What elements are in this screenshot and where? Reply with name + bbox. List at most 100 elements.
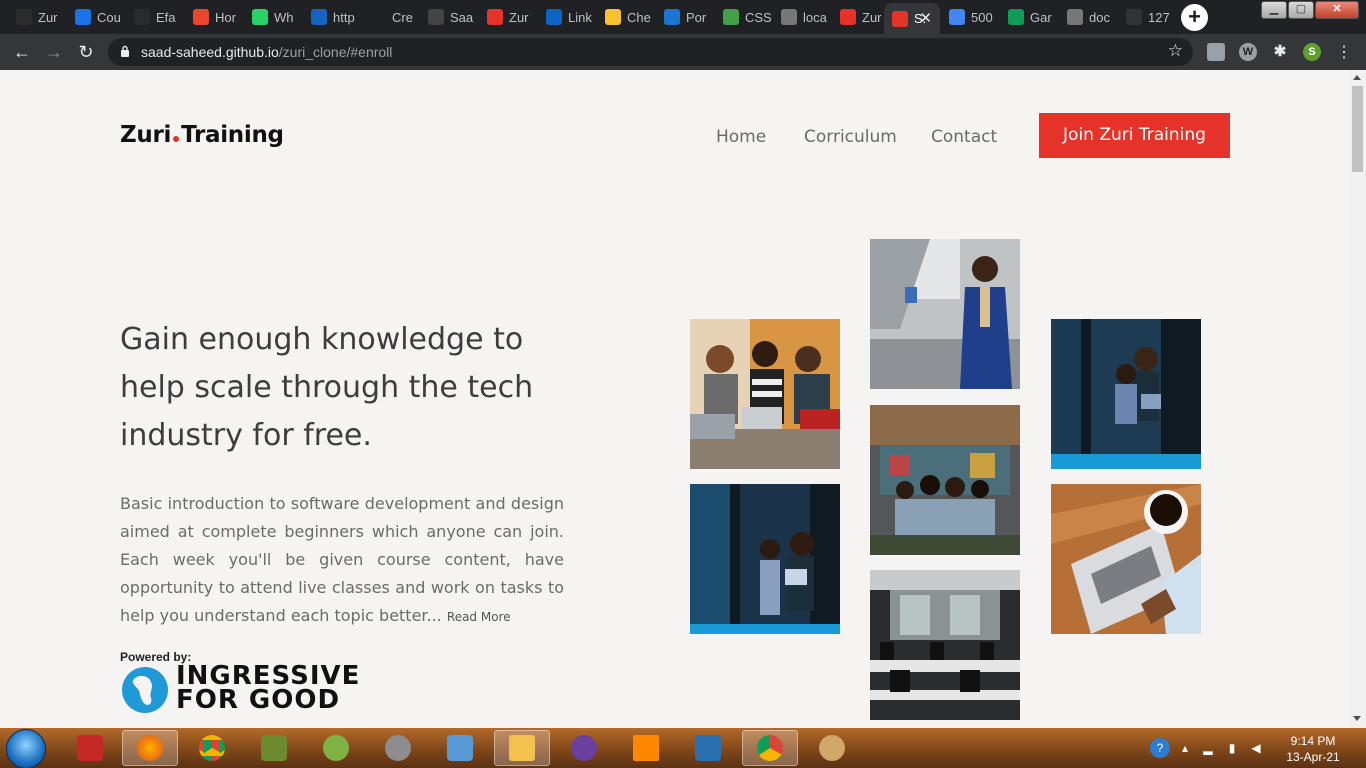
scroll-down-arrow-icon[interactable] <box>1353 716 1361 721</box>
browser-tab[interactable]: Cre <box>362 3 419 31</box>
app-icon <box>193 9 209 25</box>
nav-curriculum[interactable]: Corriculum <box>804 127 897 147</box>
browser-tab[interactable]: Efa <box>126 3 184 31</box>
forward-button[interactable]: → <box>42 40 66 64</box>
app-icon[interactable] <box>246 730 302 766</box>
ext-icon <box>781 9 797 25</box>
ingressive-wordmark[interactable]: INGRESSIVE FOR GOOD <box>176 663 360 713</box>
help-icon[interactable]: ? <box>1150 738 1170 758</box>
bookmark-star-icon[interactable]: ☆ <box>1168 41 1183 61</box>
stone-app-icon[interactable] <box>370 730 426 766</box>
linkedin-icon <box>546 9 562 25</box>
tab-title: Saa <box>450 9 474 25</box>
hero-description: Basic introduction to software developme… <box>120 494 564 625</box>
puzzle-extensions-icon[interactable]: ✱ <box>1271 43 1289 61</box>
chrome-menu-icon[interactable]: ⋮ <box>1336 42 1352 62</box>
browser-tab[interactable]: Wh <box>244 3 302 31</box>
browser-tab[interactable]: 500 <box>941 3 999 31</box>
reload-button[interactable]: ↻ <box>74 40 98 64</box>
hero-title: Gain enough knowledge to help scale thro… <box>120 322 534 453</box>
minimize-button[interactable]: ▁ <box>1261 1 1287 19</box>
browser-tab[interactable]: S. ✕ <box>884 3 940 34</box>
join-training-button[interactable]: Join Zuri Training <box>1039 113 1230 158</box>
browser-tab[interactable]: 127 <box>1118 3 1176 31</box>
browser-tab[interactable]: Hor <box>185 3 243 31</box>
browser-toolbar: ← → ↻ saad-saheed.github.io/zuri_clone/#… <box>0 34 1366 70</box>
new-tab-button[interactable]: + <box>1181 4 1208 31</box>
chameleon-icon[interactable] <box>308 730 364 766</box>
tab-title: Zur <box>38 9 58 25</box>
profile-avatar[interactable]: S <box>1303 43 1321 61</box>
tab-strip: + ▁ ▢ ✕ Zur Cou Efa Hor Wh http Cre Saa Zur Link C… <box>0 0 1366 34</box>
saad-icon <box>892 10 908 27</box>
browser-tab[interactable]: doc <box>1059 3 1117 31</box>
vlc-icon[interactable] <box>618 730 674 766</box>
chrome-icon[interactable] <box>184 730 240 766</box>
page-scrollbar[interactable] <box>1349 70 1366 728</box>
browser-tab[interactable]: Zur <box>832 3 883 31</box>
read-more-link[interactable]: Read More <box>447 610 511 624</box>
scroll-thumb[interactable] <box>1352 86 1363 172</box>
tab-title: CSS <box>745 9 772 25</box>
cube-extension-icon[interactable] <box>1207 43 1225 61</box>
chrome-active-icon[interactable] <box>742 730 798 766</box>
browser-tab[interactable]: Cou <box>67 3 125 31</box>
tab-title: Zur <box>509 9 529 25</box>
maximize-button[interactable]: ▢ <box>1288 1 1314 19</box>
zuri-dot-icon <box>840 9 856 25</box>
gift-icon <box>605 9 621 25</box>
tab-title: Link <box>568 9 592 25</box>
tab-title: Cou <box>97 9 121 25</box>
browser-tab[interactable]: Saa <box>420 3 478 31</box>
power-icon[interactable]: ▮ <box>1224 740 1240 756</box>
tab-title: Che <box>627 9 651 25</box>
show-hidden-icons-icon[interactable]: ▴ <box>1177 740 1193 756</box>
cube-app-icon[interactable] <box>432 730 488 766</box>
women-with-laptops-photo <box>690 319 840 469</box>
system-clock[interactable]: 9:14 PM 13-Apr-21 <box>1282 733 1344 765</box>
start-button[interactable] <box>6 729 46 768</box>
scroll-up-arrow-icon[interactable] <box>1353 75 1361 80</box>
close-tab-icon[interactable]: ✕ <box>919 9 932 27</box>
nav-home[interactable]: Home <box>716 127 766 147</box>
tab-title: Zur <box>862 9 882 25</box>
tab-title: Gar <box>1030 9 1052 25</box>
couple-at-window-photo <box>1051 319 1201 469</box>
whatsapp-icon <box>252 9 268 25</box>
browser-tab[interactable]: Zur <box>479 3 537 31</box>
nav-contact[interactable]: Contact <box>931 127 997 147</box>
couple-at-window-photo-2 <box>690 484 840 634</box>
stackshare-icon <box>664 9 680 25</box>
tab-title: Por <box>686 9 707 25</box>
github-icon <box>428 9 444 25</box>
firefox-icon[interactable] <box>122 730 178 766</box>
file-explorer-icon[interactable] <box>494 730 550 766</box>
logo-dot <box>173 136 180 142</box>
browser-tab[interactable]: loca <box>773 3 831 31</box>
browser-tab[interactable]: Zur <box>8 3 66 31</box>
site-logo[interactable]: Zuri Training <box>120 122 284 148</box>
back-button[interactable]: ← <box>10 40 34 64</box>
globe-icon <box>16 9 32 25</box>
paint-icon[interactable] <box>804 730 860 766</box>
browser-tab[interactable]: CSS <box>715 3 772 31</box>
network-icon[interactable]: ▂ <box>1200 740 1216 756</box>
volume-icon[interactable]: ◀ <box>1248 740 1264 756</box>
tab-title: 127 <box>1148 9 1170 25</box>
tab-title: Efa <box>156 9 176 25</box>
close-window-button[interactable]: ✕ <box>1315 1 1359 19</box>
man-in-blue-suit-photo <box>870 239 1020 389</box>
snipping-tool-icon[interactable] <box>62 730 118 766</box>
browser-tab[interactable]: http <box>303 3 361 31</box>
vpn-app-icon[interactable] <box>556 730 612 766</box>
coursera-icon <box>75 9 91 25</box>
address-bar[interactable]: saad-saheed.github.io/zuri_clone/#enroll… <box>108 38 1193 66</box>
zuri-dot-icon <box>487 9 503 25</box>
browser-tab[interactable]: Por <box>656 3 714 31</box>
w-extension-icon[interactable]: W <box>1239 43 1257 61</box>
browser-tab[interactable]: Che <box>597 3 655 31</box>
app-icon-2[interactable] <box>680 730 736 766</box>
browser-tab[interactable]: Link <box>538 3 596 31</box>
browser-tab[interactable]: Gar <box>1000 3 1058 31</box>
coffee-newspaper-photo <box>1051 484 1201 634</box>
